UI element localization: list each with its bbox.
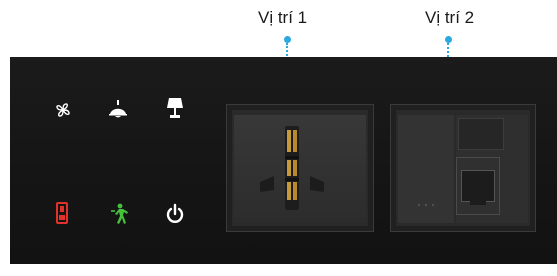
exit-person-icon[interactable]: [109, 203, 129, 225]
position-2-marker: [445, 36, 452, 43]
table-lamp-icon[interactable]: [164, 97, 186, 121]
fan-icon[interactable]: [53, 100, 73, 120]
power-outlet-icon: [260, 126, 324, 210]
rj45-clip-notch: [470, 200, 486, 205]
ceiling-light-icon[interactable]: [107, 100, 129, 120]
position-1-marker: [284, 36, 291, 43]
key-card-icon[interactable]: [54, 202, 70, 224]
rj45-jack-opening: [461, 170, 495, 202]
position-2-label: Vị trí 2: [425, 8, 475, 27]
indicator-dots: [418, 193, 439, 211]
power-icon[interactable]: [165, 203, 185, 225]
position-1-label: Vị trí 1: [258, 8, 308, 27]
blank-insert: [458, 118, 504, 150]
